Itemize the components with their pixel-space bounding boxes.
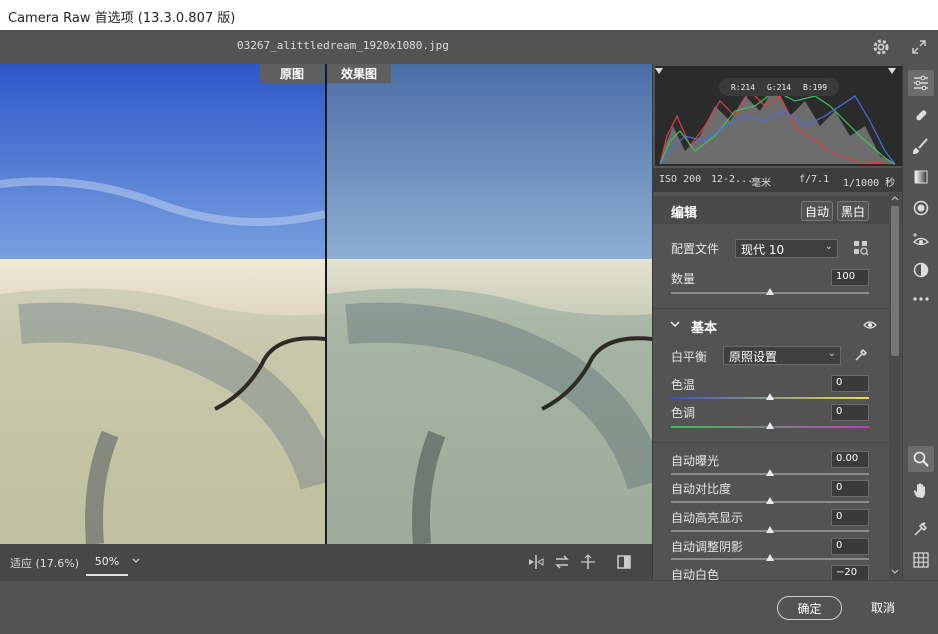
- brush-icon[interactable]: [908, 133, 934, 159]
- cycle-views-icon[interactable]: [526, 552, 546, 572]
- scroll-thumb[interactable]: [891, 206, 899, 356]
- window-title: Camera Raw 首选项 (13.3.0.807 版): [8, 11, 236, 26]
- aperture-value: f/7.1: [799, 174, 830, 185]
- rgb-readout: R:214 G:214 B:199: [719, 78, 839, 96]
- edit-sliders-icon[interactable]: [908, 70, 934, 96]
- highlights-field[interactable]: 0: [831, 509, 869, 526]
- shadows-slider-thumb[interactable]: [766, 554, 774, 561]
- expand-icon[interactable]: [908, 36, 930, 58]
- highlights-label: 自动高亮显示: [671, 511, 744, 525]
- temp-field[interactable]: 0: [831, 375, 869, 392]
- radial-filter-icon[interactable]: [908, 195, 934, 221]
- wb-select[interactable]: 原照设置 ⌄: [723, 346, 841, 365]
- tool-strip: [902, 64, 938, 580]
- panel-scrollbar[interactable]: [889, 192, 901, 580]
- amount-field[interactable]: 100: [831, 269, 869, 286]
- tint-field[interactable]: 0: [831, 404, 869, 421]
- color-sampler-icon[interactable]: [908, 516, 934, 542]
- shadows-label: 自动调整阴影: [671, 540, 744, 554]
- before-label: 原图: [260, 64, 324, 83]
- temp-slider-thumb[interactable]: [766, 393, 774, 400]
- preview-bottombar: 适应 (17.6%) 50%: [0, 544, 652, 580]
- edit-panel: R:214 G:214 B:199 ISO 200 12-2... 毫米 f/7…: [652, 64, 903, 582]
- amount-slider-thumb[interactable]: [766, 288, 774, 295]
- scroll-down-icon: [891, 569, 899, 574]
- camera-info: ISO 200 12-2... 毫米 f/7.1 1/1000 秒: [653, 168, 903, 192]
- toggle-compare-icon[interactable]: [614, 552, 634, 572]
- lens-value: 12-2...: [711, 174, 754, 185]
- dialog-footer: 确定 取消: [0, 580, 938, 634]
- contrast-field[interactable]: 0: [831, 480, 869, 497]
- zoom-icon[interactable]: [908, 446, 934, 472]
- basic-title: 基本: [691, 321, 718, 336]
- contrast-label: 自动对比度: [671, 482, 732, 496]
- copy-settings-icon[interactable]: [578, 552, 598, 572]
- exposure-label: 自动曝光: [671, 454, 720, 468]
- basic-header[interactable]: 基本: [653, 311, 903, 339]
- chevron-down-icon: ⌄: [824, 241, 833, 252]
- grid-icon[interactable]: [908, 547, 934, 573]
- chevron-down-icon[interactable]: [669, 318, 681, 333]
- bw-button[interactable]: 黑白: [837, 201, 869, 221]
- wb-label: 白平衡: [671, 350, 708, 364]
- ok-button[interactable]: 确定: [777, 596, 842, 620]
- profile-label: 配置文件: [671, 242, 720, 256]
- tint-label: 色调: [671, 406, 696, 420]
- temp-label: 色温: [671, 378, 696, 392]
- auto-button[interactable]: 自动: [801, 201, 833, 221]
- file-name: 03267_alittledream_1920x1080.jpg: [237, 39, 449, 52]
- hand-icon[interactable]: [908, 477, 934, 503]
- contrast-slider-thumb[interactable]: [766, 497, 774, 504]
- window-titlebar: Camera Raw 首选项 (13.3.0.807 版): [0, 0, 938, 30]
- profile-browser-icon[interactable]: [853, 240, 869, 256]
- after-image: [327, 64, 652, 544]
- profile-select[interactable]: 现代 10 ⌄: [735, 239, 838, 258]
- more-icon[interactable]: [908, 286, 934, 312]
- amount-label: 数量: [671, 272, 696, 286]
- zoom-fit-button[interactable]: 适应 (17.6%): [10, 555, 79, 571]
- shutter-value: 1/1000 秒: [843, 178, 896, 189]
- redeye-icon[interactable]: [908, 227, 934, 253]
- exposure-slider-thumb[interactable]: [766, 469, 774, 476]
- after-label: 效果图: [327, 64, 391, 83]
- image-preview[interactable]: 原图 效果图: [0, 64, 652, 544]
- before-image: [0, 64, 325, 544]
- exposure-field[interactable]: 0.00: [831, 451, 869, 468]
- zoom-level[interactable]: 50%: [86, 548, 128, 576]
- eyedropper-icon[interactable]: [853, 347, 869, 363]
- shadow-clip-icon: [655, 68, 663, 74]
- healing-icon[interactable]: [908, 102, 934, 128]
- edit-header: 编辑 自动 黑白: [653, 196, 903, 224]
- shadows-field[interactable]: 0: [831, 538, 869, 555]
- eye-icon[interactable]: [863, 319, 877, 334]
- scroll-up-icon: [891, 196, 899, 201]
- gradient-icon[interactable]: [908, 164, 934, 190]
- swap-icon[interactable]: [552, 552, 572, 572]
- histogram: R:214 G:214 B:199: [655, 66, 903, 166]
- highlight-clip-icon: [888, 68, 896, 74]
- focal-value: 毫米: [751, 178, 771, 189]
- iso-value: ISO 200: [659, 174, 702, 185]
- chevron-down-icon[interactable]: [130, 554, 142, 568]
- tint-slider-thumb[interactable]: [766, 422, 774, 429]
- top-toolbar: 03267_alittledream_1920x1080.jpg: [0, 30, 938, 64]
- cancel-button[interactable]: 取消: [858, 599, 908, 616]
- presets-icon[interactable]: [908, 257, 934, 283]
- highlights-slider-thumb[interactable]: [766, 526, 774, 533]
- chevron-down-icon: ⌄: [827, 348, 836, 359]
- gear-icon[interactable]: [870, 36, 892, 58]
- edit-title: 编辑: [671, 206, 698, 221]
